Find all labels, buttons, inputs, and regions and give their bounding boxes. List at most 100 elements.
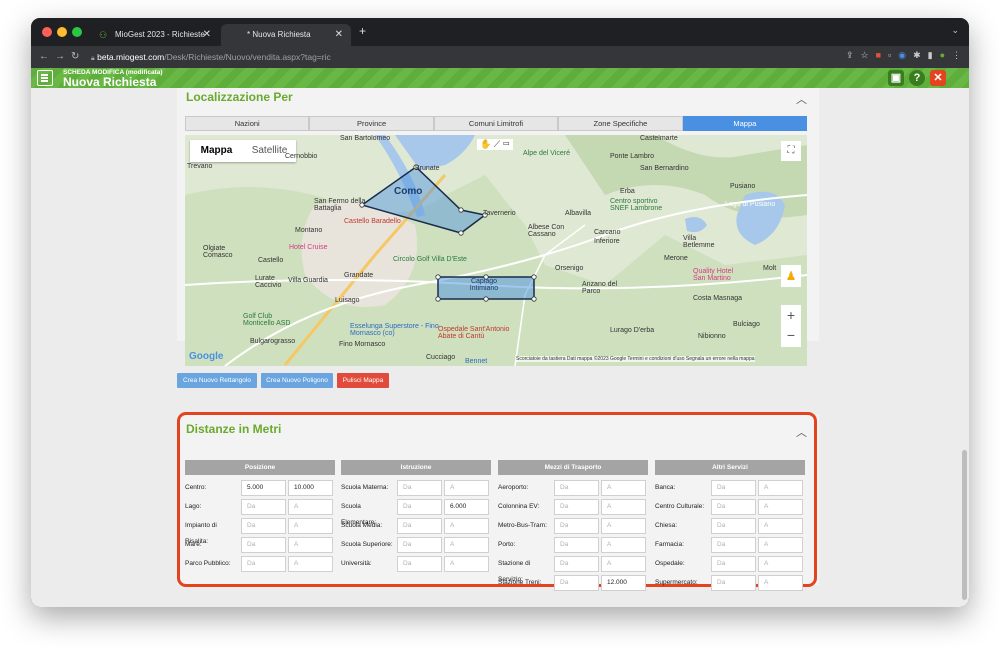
close-tab-icon[interactable]: ✕ [203,24,211,46]
distance-da-input[interactable]: Da [554,499,599,515]
distance-a-input[interactable]: A [601,537,646,553]
distance-a-input[interactable]: A [444,518,489,534]
distance-a-input[interactable]: A [601,480,646,496]
close-window-icon[interactable] [42,27,52,37]
distance-da-input[interactable]: Da [711,518,756,534]
map-label: Castelmarte [640,135,678,142]
distance-da-input[interactable]: Da [241,556,286,572]
zoom-in-icon[interactable]: + [781,305,801,325]
help-icon[interactable]: ? [909,70,925,86]
minimize-window-icon[interactable] [57,27,67,37]
reload-icon[interactable]: ↻ [71,50,79,64]
distance-da-input[interactable]: Da [397,499,442,515]
tab-list-chevron-icon[interactable]: ⌄ [951,25,959,36]
distance-a-input[interactable]: A [444,556,489,572]
sidebar-icon[interactable]: ▮ [928,50,933,61]
tab-nuova-richiesta[interactable]: * Nuova Richiesta ✕ [221,24,351,46]
distance-da-input[interactable]: Da [397,556,442,572]
crea-poligono-button[interactable]: Crea Nuovo Poligono [261,373,333,388]
distance-da-input[interactable]: Da [397,518,442,534]
distance-a-input[interactable]: A [758,499,803,515]
profile-avatar-icon[interactable]: ● [940,50,945,61]
distance-da-input[interactable]: Da [241,499,286,515]
save-icon[interactable]: ▣ [888,70,904,86]
map-label: San Bartolomeo [340,135,391,142]
distance-da-input[interactable]: Da [711,575,756,591]
map-view[interactable]: Mappa Satellite ✋ ⟋ ▭ ⛶ ♟ + − Como San B… [185,135,807,366]
distance-da-input[interactable]: Da [554,537,599,553]
distance-a-input[interactable]: A [601,556,646,572]
tab-nazioni[interactable]: Nazioni [185,116,310,131]
distance-a-input[interactable]: A [288,537,333,553]
new-tab-icon[interactable]: + [359,24,366,38]
map-label: Erba [620,188,635,195]
fullscreen-icon[interactable]: ⛶ [781,141,801,161]
map-label: Grandate [344,272,374,279]
polygon-tool-icon[interactable]: ⟋ [494,139,500,149]
distance-da-input[interactable]: 5.000 [241,480,286,496]
address-bar-row: ← → ↻ 🔒︎ beta.miogest.com/Desk/Richieste… [31,46,969,68]
tab-zone-specifiche[interactable]: Zone Specifiche [558,116,683,131]
map-attribution[interactable]: Scorciatoie da tastiera Dati mappa ©2023… [516,356,755,362]
map-label: Golf Club Monticello ASD [243,313,291,327]
extension-icon[interactable]: ▫ [888,50,891,61]
tab-comuni-limitrofi[interactable]: Comuni Limitrofi [433,116,559,131]
extension-icon[interactable]: ■ [876,50,881,61]
distance-a-input[interactable]: 6.000 [444,499,489,515]
distance-a-input[interactable]: 10.000 [288,480,333,496]
distance-da-input[interactable]: Da [554,575,599,591]
distance-a-input[interactable]: A [758,480,803,496]
distance-a-input[interactable]: A [288,518,333,534]
distance-da-input[interactable]: Da [711,499,756,515]
zoom-out-icon[interactable]: − [781,325,801,345]
distance-a-input[interactable]: A [758,537,803,553]
distance-a-input[interactable]: A [601,499,646,515]
distance-da-input[interactable]: Da [711,480,756,496]
collapse-chevron-icon[interactable]: ︿ [796,91,807,107]
extension-icon[interactable]: ◉ [898,50,906,61]
distance-da-input[interactable]: Da [711,556,756,572]
distance-a-input[interactable]: 12.000 [601,575,646,591]
distance-a-input[interactable]: A [601,518,646,534]
distance-da-input[interactable]: Da [711,537,756,553]
tab-richieste[interactable]: ⚇ MioGest 2023 - Richieste ✕ [89,24,219,46]
address-bar[interactable]: 🔒︎ beta.miogest.com/Desk/Richieste/Nuovo… [91,49,331,65]
distance-a-input[interactable]: A [288,556,333,572]
tab-mappa[interactable]: Mappa [682,116,808,131]
distance-label: Farmacia: [655,541,684,548]
distance-a-input[interactable]: A [758,575,803,591]
close-tab-icon[interactable]: ✕ [335,24,343,46]
distance-da-input[interactable]: Da [241,518,286,534]
bookmark-star-icon[interactable]: ☆ [860,50,868,61]
distance-a-input[interactable]: A [444,480,489,496]
street-view-pegman-icon[interactable]: ♟ [781,265,801,287]
pulisci-mappa-button[interactable]: Pulisci Mappa [337,373,389,388]
scrollbar-thumb[interactable] [962,450,967,600]
lock-icon: 🔒︎ [91,55,95,62]
app-menu-icon[interactable] [37,70,53,86]
distance-da-input[interactable]: Da [554,518,599,534]
map-type-mappa-button[interactable]: Mappa [190,140,243,162]
distance-da-input[interactable]: Da [397,537,442,553]
map-label: Olgiate Comasco [203,245,233,259]
close-icon[interactable]: ✕ [930,70,946,86]
distance-da-input[interactable]: Da [554,556,599,572]
distance-a-input[interactable]: A [288,499,333,515]
share-icon[interactable]: ⇪ [846,50,854,61]
distance-a-input[interactable]: A [758,556,803,572]
forward-icon[interactable]: → [55,50,65,64]
hand-icon[interactable]: ✋ [480,139,491,149]
maximize-window-icon[interactable] [72,27,82,37]
distance-a-input[interactable]: A [758,518,803,534]
puzzle-icon[interactable]: ✱ [913,50,921,61]
crea-rettangolo-button[interactable]: Crea Nuovo Rettangolo [177,373,257,388]
back-icon[interactable]: ← [39,50,49,64]
distance-da-input[interactable]: Da [554,480,599,496]
distance-da-input[interactable]: Da [397,480,442,496]
distance-a-input[interactable]: A [444,537,489,553]
map-label: Centro sportivo SNEF Lambrone [610,198,663,212]
rectangle-tool-icon[interactable]: ▭ [503,139,510,149]
tab-province[interactable]: Province [309,116,434,131]
distance-da-input[interactable]: Da [241,537,286,553]
menu-kebab-icon[interactable]: ⋮ [952,50,961,61]
